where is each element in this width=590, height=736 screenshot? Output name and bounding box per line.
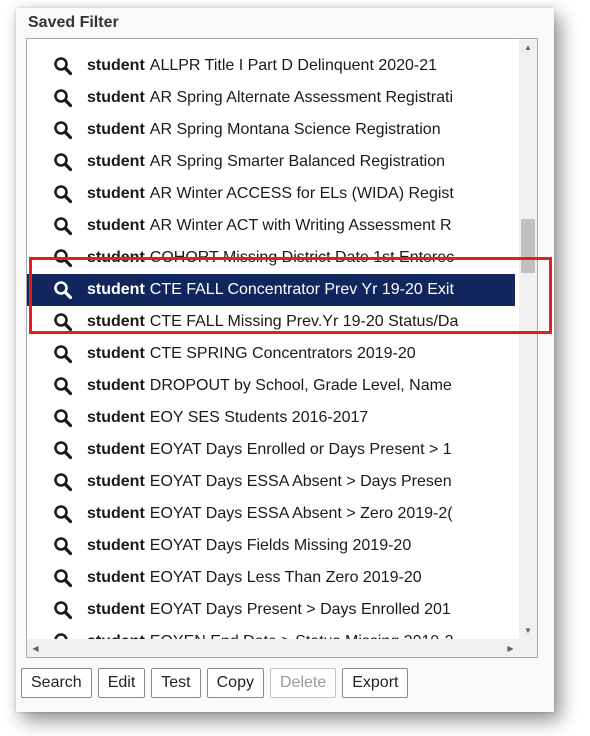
item-keyword: student [87,89,145,106]
item-label: EOYAT Days ESSA Absent > Days Presen [149,473,452,490]
search-button[interactable]: Search [21,668,92,698]
search-icon [53,120,73,140]
search-icon [53,440,73,460]
item-label: CTE FALL Missing Prev.Yr 19-20 Status/Da [149,313,459,330]
item-label: EOYAT Days Enrolled or Days Present > 1 [149,441,452,458]
search-icon [53,216,73,236]
item-keyword: student [87,121,145,138]
search-icon [53,56,73,76]
item-label: CTE FALL Concentrator Prev Yr 19-20 Exit [149,281,454,298]
search-icon [53,88,73,108]
saved-filter-list[interactable]: student ALLPR Title I Part D Delinquent 2… [26,38,538,658]
list-item[interactable]: student EOYAT Days ESSA Absent > Days Pre… [27,466,515,498]
item-keyword: student [87,569,145,586]
delete-button: Delete [269,668,337,698]
list-item[interactable]: student EOYAT Days Enrolled or Days Prese… [27,434,515,466]
search-icon [53,248,73,268]
item-keyword: student [87,185,145,202]
item-keyword: student [87,313,145,330]
test-button[interactable]: Test [151,668,201,698]
item-label: ALLPR Title I Part D Delinquent 2020-21 [149,57,438,74]
list-item[interactable]: student COHORT Missing District Date 1st … [27,242,515,274]
edit-button[interactable]: Edit [97,668,146,698]
item-label: COHORT Missing District Date 1st Enterec [149,249,455,266]
scrollbar-corner [519,639,537,657]
list-item[interactable]: student AR Spring Montana Science Registr… [27,114,515,146]
button-bar: Search Edit Test Copy Delete Export [21,668,409,698]
scroll-up-arrow-icon[interactable]: ▲ [519,39,537,56]
list-item[interactable]: student AR Spring Alternate Assessment Re… [27,82,515,114]
item-label: EOYAT Days ESSA Absent > Zero 2019-2( [149,505,453,522]
search-icon [53,472,73,492]
search-icon [53,280,73,300]
item-label: EOYAT Days Fields Missing 2019-20 [149,537,412,554]
item-keyword: student [87,409,145,426]
item-keyword: student [87,345,145,362]
search-icon [53,536,73,556]
list-item[interactable]: student EOY SES Students 2016-2017 [27,402,515,434]
list-item[interactable]: student AR Spring Smarter Balanced Regist… [27,146,515,178]
search-icon [53,184,73,204]
item-keyword: student [87,281,145,298]
vertical-scrollbar[interactable]: ▲ ▼ [519,39,537,639]
item-keyword: student [87,601,145,618]
list-item[interactable]: student CTE FALL Missing Prev.Yr 19-20 St… [27,306,515,338]
copy-button[interactable]: Copy [206,668,264,698]
list-item[interactable]: student DROPOUT by School, Grade Level, N… [27,370,515,402]
list-item[interactable]: student ALLPR Title I Part D Delinquent 2… [27,50,515,82]
search-icon [53,568,73,588]
scroll-left-arrow-icon[interactable]: ◀ [27,639,44,657]
item-label: AR Winter ACCESS for ELs (WIDA) Regist [149,185,454,202]
item-keyword: student [87,473,145,490]
panel-title: Saved Filter [28,14,119,31]
scroll-thumb[interactable] [521,219,535,273]
item-label: EOYAT Days Present > Days Enrolled 201 [149,601,451,618]
item-keyword: student [87,57,145,74]
item-label: EOYAT Days Less Than Zero 2019-20 [149,569,422,586]
list-item[interactable]: student CTE FALL Concentrator Prev Yr 19-… [27,274,515,306]
search-icon [53,344,73,364]
scroll-down-arrow-icon[interactable]: ▼ [519,622,537,639]
item-keyword: student [87,217,145,234]
item-label: CTE SPRING Concentrators 2019-20 [149,345,416,362]
list-rows: student ALLPR Title I Part D Delinquent 2… [27,50,515,657]
search-icon [53,376,73,396]
item-label: AR Winter ACT with Writing Assessment R [149,217,452,234]
item-keyword: student [87,537,145,554]
search-icon [53,312,73,332]
export-button[interactable]: Export [342,668,409,698]
saved-filter-panel: Saved Filter student ALLPR Title I Part D… [16,8,554,712]
list-item[interactable]: student EOYAT Days Less Than Zero 2019-20 [27,562,515,594]
list-item[interactable]: student EOYAT Days ESSA Absent > Zero 201… [27,498,515,530]
list-item[interactable]: student AR Winter ACT with Writing Assess… [27,210,515,242]
list-item[interactable]: student CTE SPRING Concentrators 2019-20 [27,338,515,370]
item-keyword: student [87,377,145,394]
item-keyword: student [87,249,145,266]
item-label: AR Spring Montana Science Registration [149,121,441,138]
list-item[interactable]: student AR Winter ACCESS for ELs (WIDA) R… [27,178,515,210]
item-keyword: student [87,505,145,522]
item-keyword: student [87,441,145,458]
item-label: EOY SES Students 2016-2017 [149,409,369,426]
search-icon [53,600,73,620]
item-label: AR Spring Smarter Balanced Registration [149,153,446,170]
search-icon [53,504,73,524]
scroll-right-arrow-icon[interactable]: ▶ [502,639,519,657]
search-icon [53,152,73,172]
horizontal-scrollbar[interactable]: ◀ ▶ [27,639,537,657]
item-label: AR Spring Alternate Assessment Registrat… [149,89,454,106]
item-label: DROPOUT by School, Grade Level, Name [149,377,452,394]
list-item[interactable]: student EOYAT Days Present > Days Enrolle… [27,594,515,626]
list-item[interactable]: student EOYAT Days Fields Missing 2019-20 [27,530,515,562]
search-icon [53,408,73,428]
item-keyword: student [87,153,145,170]
